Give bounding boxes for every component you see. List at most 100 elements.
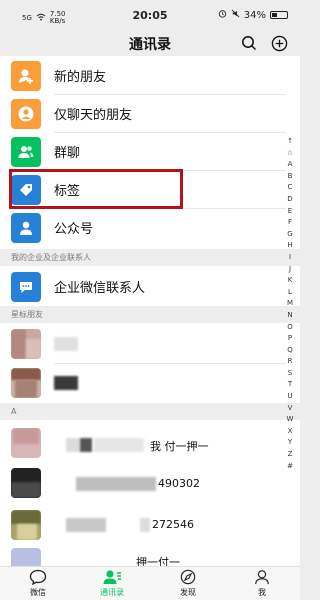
tab-contacts-label: 通讯录 bbox=[100, 588, 124, 597]
search-button[interactable] bbox=[238, 32, 260, 54]
chat-bubble-icon bbox=[29, 569, 47, 585]
plus-circle-icon bbox=[271, 35, 287, 51]
alphabet-index-letter[interactable]: P bbox=[288, 333, 292, 345]
alphabet-index-letter[interactable]: Z bbox=[288, 449, 293, 461]
search-icon bbox=[242, 36, 257, 51]
blurred-name bbox=[94, 438, 144, 452]
battery-percent: 34% bbox=[243, 9, 266, 21]
contact-row[interactable]: 272546 bbox=[0, 504, 286, 542]
alphabet-index-letter[interactable]: ↑ bbox=[287, 136, 293, 148]
alphabet-index-letter[interactable]: D bbox=[287, 194, 292, 206]
alphabet-index-letter[interactable]: T bbox=[288, 379, 292, 391]
tab-bar: 微信 通讯录 发现 我 bbox=[0, 566, 300, 600]
avatar bbox=[11, 329, 41, 359]
blurred-name bbox=[140, 518, 150, 532]
contact-row[interactable]: 我 付一押一 bbox=[0, 424, 286, 462]
blurred-name bbox=[80, 438, 92, 452]
alphabet-index-letter[interactable]: K bbox=[288, 275, 293, 287]
alarm-icon bbox=[218, 9, 227, 21]
alphabet-index-letter[interactable]: J bbox=[289, 264, 291, 276]
avatar bbox=[11, 428, 41, 458]
tab-chats-label: 微信 bbox=[30, 588, 46, 597]
status-right: 34% bbox=[218, 9, 288, 21]
tab-discover[interactable]: 发现 bbox=[158, 569, 218, 598]
contact-name: 490302 bbox=[158, 477, 200, 490]
tab-me[interactable]: 我 bbox=[232, 569, 292, 598]
contact-row[interactable]: 490302 bbox=[0, 464, 286, 502]
avatar bbox=[11, 468, 41, 498]
group-chats-label: 群聊 bbox=[54, 146, 81, 161]
enterprise-contacts-label: 企业微信联系人 bbox=[54, 281, 146, 296]
alphabet-index-letter[interactable]: U bbox=[287, 391, 292, 403]
contact-name: 押一付一 bbox=[136, 556, 180, 566]
avatar bbox=[11, 510, 41, 540]
contact-name: 272546 bbox=[152, 518, 194, 531]
official-accounts-label: 公众号 bbox=[54, 222, 94, 237]
alphabet-index-letter[interactable]: # bbox=[287, 461, 293, 473]
alphabet-index-letter[interactable]: W bbox=[287, 414, 294, 426]
alphabet-index[interactable]: ↑ ☆ A B C D E F G H I J K L M N O P Q R S T U V W X Y Z # bbox=[284, 136, 296, 472]
tab-me-label: 我 bbox=[258, 588, 266, 597]
alphabet-index-letter[interactable]: R bbox=[288, 356, 293, 368]
alphabet-index-letter[interactable]: O bbox=[287, 322, 293, 334]
add-button[interactable] bbox=[268, 32, 290, 54]
alphabet-index-letter[interactable]: F bbox=[288, 217, 292, 229]
contact-row[interactable] bbox=[0, 325, 286, 363]
alphabet-index-letter[interactable]: A bbox=[288, 159, 293, 171]
chat-only-friends-item[interactable]: 仅聊天的朋友 bbox=[0, 94, 286, 132]
alphabet-index-letter[interactable]: ☆ bbox=[287, 148, 293, 160]
blurred-name bbox=[54, 337, 78, 351]
alphabet-index-letter[interactable]: E bbox=[288, 206, 292, 218]
contacts-list-a: 我 付一押一 490302 272546 押一付一 bbox=[0, 420, 300, 566]
contacts-icon bbox=[103, 570, 121, 584]
tab-chats[interactable]: 微信 bbox=[8, 569, 68, 598]
blurred-name bbox=[76, 477, 156, 491]
alphabet-index-letter[interactable]: C bbox=[288, 182, 293, 194]
battery-icon bbox=[270, 11, 288, 19]
status-bar: 5G 7.50 KB/s 20:05 34% bbox=[0, 0, 300, 32]
blurred-name bbox=[66, 438, 80, 452]
contact-name: 我 付一押一 bbox=[150, 440, 209, 453]
enterprise-list: 企业微信联系人 bbox=[0, 266, 300, 306]
group-chat-icon bbox=[11, 137, 41, 167]
enterprise-contacts-item[interactable]: 企业微信联系人 bbox=[0, 267, 286, 305]
avatar bbox=[11, 368, 41, 398]
tab-contacts[interactable]: 通讯录 bbox=[82, 569, 142, 598]
mute-icon bbox=[231, 9, 240, 21]
group-chats-item[interactable]: 群聊 bbox=[0, 132, 286, 170]
header: 通讯录 bbox=[0, 32, 300, 56]
alphabet-index-letter[interactable]: N bbox=[287, 310, 292, 322]
section-header-a: A bbox=[0, 403, 300, 420]
alphabet-index-letter[interactable]: V bbox=[288, 403, 293, 415]
section-header-enterprise: 我的企业及企业联系人 bbox=[0, 249, 300, 266]
alphabet-index-letter[interactable]: I bbox=[289, 252, 291, 264]
alphabet-index-letter[interactable]: G bbox=[287, 229, 292, 241]
contact-row[interactable]: 押一付一 bbox=[0, 544, 286, 566]
function-list: 新的朋友 仅聊天的朋友 群聊 标签 公众号 bbox=[0, 56, 300, 249]
chat-only-friends-label: 仅聊天的朋友 bbox=[54, 108, 133, 123]
chat-only-friend-icon bbox=[11, 99, 41, 129]
alphabet-index-letter[interactable]: B bbox=[288, 171, 293, 183]
alphabet-index-letter[interactable]: M bbox=[287, 298, 293, 310]
starred-list bbox=[0, 323, 300, 403]
new-friends-label: 新的朋友 bbox=[54, 70, 107, 85]
alphabet-index-letter[interactable]: Y bbox=[288, 437, 292, 449]
alphabet-index-letter[interactable]: H bbox=[287, 240, 292, 252]
tab-discover-label: 发现 bbox=[180, 588, 196, 597]
wecom-icon bbox=[11, 272, 41, 302]
new-friends-item[interactable]: 新的朋友 bbox=[0, 56, 286, 94]
highlight-annotation bbox=[9, 169, 183, 209]
person-icon bbox=[255, 570, 269, 585]
contact-row[interactable] bbox=[0, 364, 286, 402]
avatar bbox=[11, 548, 41, 566]
section-header-starred: 星标朋友 bbox=[0, 306, 300, 323]
alphabet-index-letter[interactable]: X bbox=[288, 426, 293, 438]
alphabet-index-letter[interactable]: L bbox=[288, 287, 292, 299]
official-accounts-item[interactable]: 公众号 bbox=[0, 208, 286, 246]
alphabet-index-letter[interactable]: S bbox=[288, 368, 292, 380]
compass-icon bbox=[180, 569, 196, 585]
alphabet-index-letter[interactable]: Q bbox=[287, 345, 293, 357]
add-friend-icon bbox=[11, 61, 41, 91]
blurred-name bbox=[66, 518, 106, 532]
blurred-name bbox=[54, 376, 78, 390]
